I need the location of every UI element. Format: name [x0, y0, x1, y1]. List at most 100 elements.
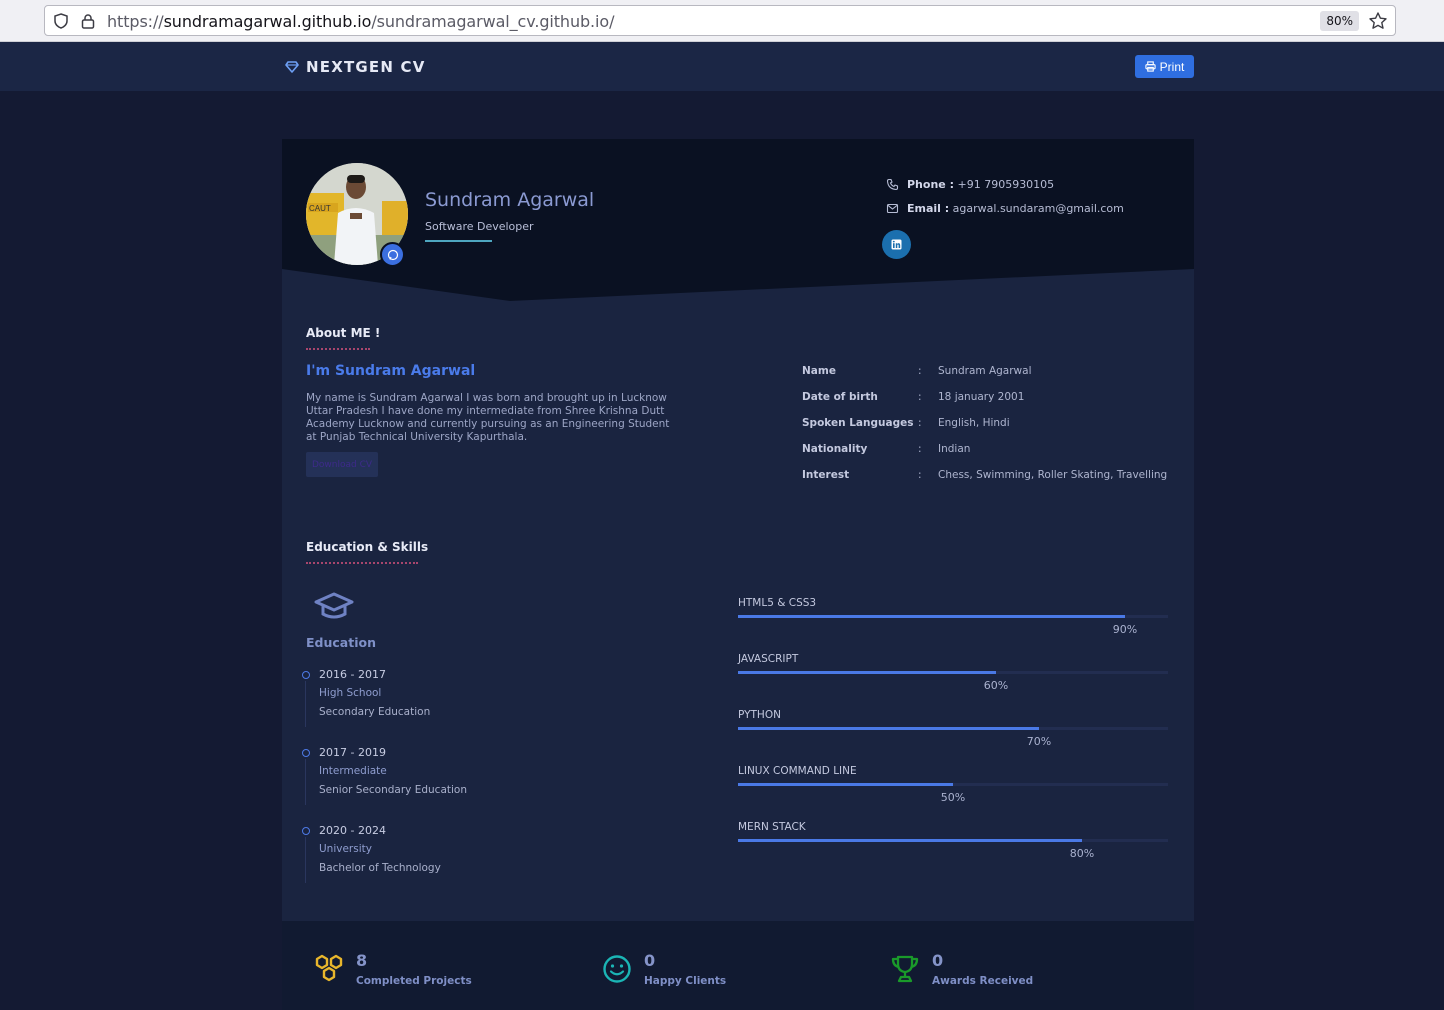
stat-label: Completed Projects — [356, 975, 472, 987]
info-value: Indian — [938, 443, 971, 455]
timeline-level: University — [319, 843, 372, 855]
skill-bar-fill — [738, 615, 1125, 618]
skill-track — [738, 839, 1168, 842]
timeline-dot — [302, 749, 310, 757]
browser-toolbar: https://sundramagarwal.github.io/sundram… — [0, 0, 1444, 42]
stat-label: Happy Clients — [644, 975, 727, 987]
trophy-icon — [891, 955, 919, 983]
skill-javascript: JAVASCRIPT 60% — [738, 653, 1170, 701]
education-skills-underline — [306, 562, 418, 564]
skill-name: PYTHON — [738, 709, 781, 721]
skill-bar-fill — [738, 783, 953, 786]
info-value: English, Hindi — [938, 417, 1010, 429]
skill-name: LINUX COMMAND LINE — [738, 765, 857, 777]
info-sep: : — [918, 443, 922, 455]
skill-track — [738, 783, 1168, 786]
cv-card: CAUT Sundram Agarwal Software Developer … — [282, 139, 1194, 1010]
contact-email: Email : agarwal.sundaram@gmail.com — [886, 202, 1124, 215]
email-value: agarwal.sundaram@gmail.com — [952, 202, 1124, 215]
info-value: 18 january 2001 — [938, 391, 1025, 403]
profile-name: Sundram Agarwal — [425, 189, 595, 211]
zoom-level[interactable]: 80% — [1320, 11, 1359, 31]
phone-label: Phone : — [907, 178, 954, 191]
skill-percent: 90% — [1112, 623, 1138, 636]
address-bar[interactable]: https://sundramagarwal.github.io/sundram… — [44, 5, 1396, 36]
stat-label: Awards Received — [932, 975, 1034, 987]
skill-linux: LINUX COMMAND LINE 50% — [738, 765, 1170, 813]
email-label: Email : — [907, 202, 950, 215]
lock-icon[interactable] — [81, 13, 95, 29]
bookmark-star-icon[interactable] — [1368, 11, 1388, 31]
cv-header: CAUT Sundram Agarwal Software Developer … — [282, 139, 1194, 301]
timeline-desc: Senior Secondary Education — [319, 784, 467, 796]
chat-badge[interactable] — [380, 242, 405, 267]
skill-name: JAVASCRIPT — [738, 653, 799, 665]
info-value: Sundram Agarwal — [938, 365, 1032, 377]
site-navbar: NEXTGEN CV Print — [0, 42, 1444, 91]
role-underline — [425, 240, 492, 242]
svg-text:CAUT: CAUT — [309, 204, 331, 213]
education-title: Education — [306, 635, 376, 650]
phone-icon — [886, 178, 899, 191]
mail-icon — [886, 203, 899, 214]
timeline-years: 2017 - 2019 — [319, 746, 386, 759]
timeline-line — [305, 759, 306, 805]
brand[interactable]: NEXTGEN CV — [285, 58, 426, 76]
skill-name: HTML5 & CSS3 — [738, 597, 817, 609]
info-sep: : — [918, 417, 922, 429]
url-text[interactable]: https://sundramagarwal.github.io/sundram… — [107, 12, 614, 31]
linkedin-icon — [891, 239, 902, 250]
skill-mern: MERN STACK 80% — [738, 821, 1170, 869]
stat-value: 0 — [644, 951, 656, 970]
education-skills-title: Education & Skills — [306, 540, 429, 554]
timeline-level: High School — [319, 687, 382, 699]
download-cv-button[interactable]: Download CV — [306, 452, 378, 477]
stats-bar: 8 Completed Projects 0 Happy Clients 0 A… — [282, 921, 1194, 1010]
brand-name: NEXTGEN CV — [306, 58, 426, 76]
info-sep: : — [918, 391, 922, 403]
about-text: My name is Sundram Agarwal I was born an… — [306, 392, 670, 443]
hexagons-icon — [315, 954, 343, 982]
skill-bar-fill — [738, 671, 996, 674]
timeline-desc: Secondary Education — [319, 706, 431, 718]
skill-percent: 50% — [940, 791, 966, 804]
skill-name: MERN STACK — [738, 821, 806, 833]
stat-value: 0 — [932, 951, 944, 970]
stat-value: 8 — [356, 951, 368, 970]
url-scheme: https:// — [107, 12, 164, 31]
info-value: Chess, Swimming, Roller Skating, Travell… — [938, 469, 1168, 481]
info-key: Name — [802, 365, 836, 377]
linkedin-button[interactable] — [882, 230, 911, 259]
contact-phone: Phone : +91 7905930105 — [886, 178, 1054, 191]
profile-role: Software Developer — [425, 220, 534, 233]
skill-track — [738, 671, 1168, 674]
about-heading: I'm Sundram Agarwal — [306, 363, 476, 379]
timeline-line — [305, 681, 306, 727]
info-sep: : — [918, 365, 922, 377]
skill-percent: 70% — [1026, 735, 1052, 748]
print-label: Print — [1159, 59, 1185, 74]
header-background — [282, 139, 1194, 301]
timeline-line — [305, 837, 306, 883]
info-key: Nationality — [802, 443, 868, 455]
about-title-underline — [306, 348, 370, 350]
skill-bar-fill — [738, 727, 1039, 730]
info-key: Date of birth — [802, 391, 878, 403]
timeline-desc: Bachelor of Technology — [319, 862, 441, 874]
timeline-dot — [302, 827, 310, 835]
skill-python: PYTHON 70% — [738, 709, 1170, 757]
shield-icon[interactable] — [53, 13, 69, 29]
skill-track — [738, 727, 1168, 730]
skill-track — [738, 615, 1168, 618]
url-path: /sundramagarwal_cv.github.io/ — [371, 12, 615, 31]
about-title: About ME ! — [306, 326, 381, 340]
printer-icon — [1145, 61, 1156, 72]
print-button[interactable]: Print — [1135, 55, 1194, 78]
skill-html-css: HTML5 & CSS3 90% — [738, 597, 1170, 645]
phone-value: +91 7905930105 — [957, 178, 1055, 191]
url-host: sundramagarwal.github.io — [163, 12, 372, 31]
skill-percent: 60% — [983, 679, 1009, 692]
info-sep: : — [918, 469, 922, 481]
smile-icon — [603, 955, 631, 983]
timeline-dot — [302, 671, 310, 679]
